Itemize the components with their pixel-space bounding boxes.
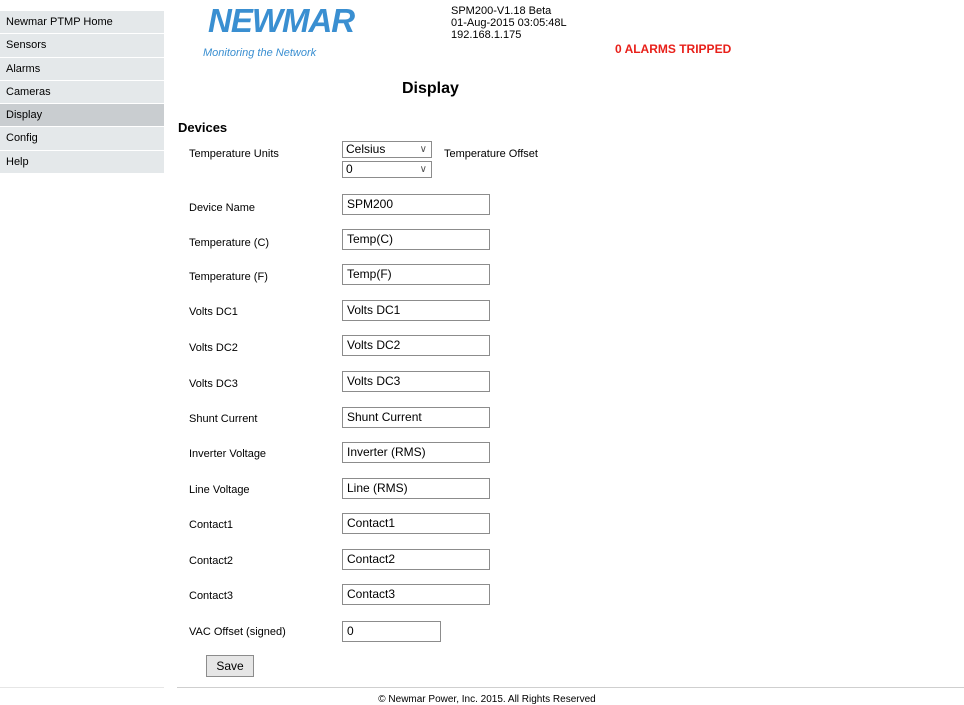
temperature-units-select[interactable]: Celsius ∨ bbox=[342, 141, 432, 158]
sidebar-item-sensors[interactable]: Sensors bbox=[0, 34, 164, 58]
sidebar-item-config[interactable]: Config bbox=[0, 127, 164, 151]
volts-dc1-input[interactable]: Volts DC1 bbox=[342, 300, 490, 321]
section-title: Devices bbox=[178, 120, 228, 135]
contact1-input[interactable]: Contact1 bbox=[342, 513, 490, 534]
contact2-label: Contact2 bbox=[189, 555, 234, 567]
sidebar-item-help[interactable]: Help bbox=[0, 150, 164, 175]
sidebar-item-cameras[interactable]: Cameras bbox=[0, 80, 164, 105]
chevron-down-icon: ∨ bbox=[419, 164, 427, 175]
firmware-version: SPM200-V1.18 Beta bbox=[451, 5, 552, 17]
page-title: Display bbox=[402, 80, 459, 97]
divider bbox=[177, 687, 964, 688]
temperature-units-value: Celsius bbox=[346, 142, 386, 156]
sidebar-item-home[interactable]: Newmar PTMP Home bbox=[0, 11, 164, 35]
temperature-c-input[interactable]: Temp(C) bbox=[342, 229, 490, 250]
volts-dc2-label: Volts DC2 bbox=[189, 342, 238, 354]
device-name-label: Device Name bbox=[189, 202, 256, 214]
shunt-current-label: Shunt Current bbox=[189, 413, 258, 425]
temperature-offset-select[interactable]: 0 ∨ bbox=[342, 161, 432, 178]
contact3-label: Contact3 bbox=[189, 590, 234, 602]
inverter-voltage-input[interactable]: Inverter (RMS) bbox=[342, 442, 490, 463]
contact1-label: Contact1 bbox=[189, 519, 234, 531]
volts-dc2-input[interactable]: Volts DC2 bbox=[342, 335, 490, 356]
device-name-input[interactable]: SPM200 bbox=[342, 194, 490, 215]
contact2-input[interactable]: Contact2 bbox=[342, 549, 490, 570]
temperature-units-label: Temperature Units bbox=[189, 148, 279, 160]
volts-dc1-label: Volts DC1 bbox=[189, 306, 238, 318]
sidebar-nav: Newmar PTMP Home Sensors Alarms Cameras … bbox=[0, 11, 164, 175]
footer-copyright: © Newmar Power, Inc. 2015. All Rights Re… bbox=[378, 694, 596, 705]
temperature-f-input[interactable]: Temp(F) bbox=[342, 264, 490, 285]
volts-dc3-label: Volts DC3 bbox=[189, 378, 238, 390]
temperature-offset-label: Temperature Offset bbox=[444, 148, 538, 160]
vac-offset-input[interactable]: 0 bbox=[342, 621, 441, 642]
logo-brand: NEWMAR bbox=[208, 2, 355, 39]
device-status: SPM200-V1.18 Beta 01-Aug-2015 03:05:48L … bbox=[451, 5, 567, 41]
device-datetime: 01-Aug-2015 03:05:48L bbox=[451, 17, 567, 29]
alarm-status: 0 ALARMS TRIPPED bbox=[615, 42, 732, 56]
divider bbox=[0, 687, 164, 688]
chevron-down-icon: ∨ bbox=[419, 144, 427, 155]
inverter-voltage-label: Inverter Voltage bbox=[189, 448, 267, 460]
vac-offset-label: VAC Offset (signed) bbox=[189, 626, 286, 638]
shunt-current-input[interactable]: Shunt Current bbox=[342, 407, 490, 428]
line-voltage-label: Line Voltage bbox=[189, 484, 250, 496]
volts-dc3-input[interactable]: Volts DC3 bbox=[342, 371, 490, 392]
logo-tagline: Monitoring the Network bbox=[203, 47, 317, 59]
contact3-input[interactable]: Contact3 bbox=[342, 584, 490, 605]
temperature-offset-value: 0 bbox=[346, 162, 353, 176]
sidebar-item-display[interactable]: Display bbox=[0, 104, 164, 128]
sidebar-item-alarms[interactable]: Alarms bbox=[0, 57, 164, 81]
save-button[interactable]: Save bbox=[206, 655, 254, 677]
device-ip: 192.168.1.175 bbox=[451, 29, 522, 41]
temperature-c-label: Temperature (C) bbox=[189, 237, 270, 249]
line-voltage-input[interactable]: Line (RMS) bbox=[342, 478, 490, 499]
newmar-logo: NEWMAR Monitoring the Network bbox=[203, 2, 363, 64]
temperature-f-label: Temperature (F) bbox=[189, 271, 268, 283]
